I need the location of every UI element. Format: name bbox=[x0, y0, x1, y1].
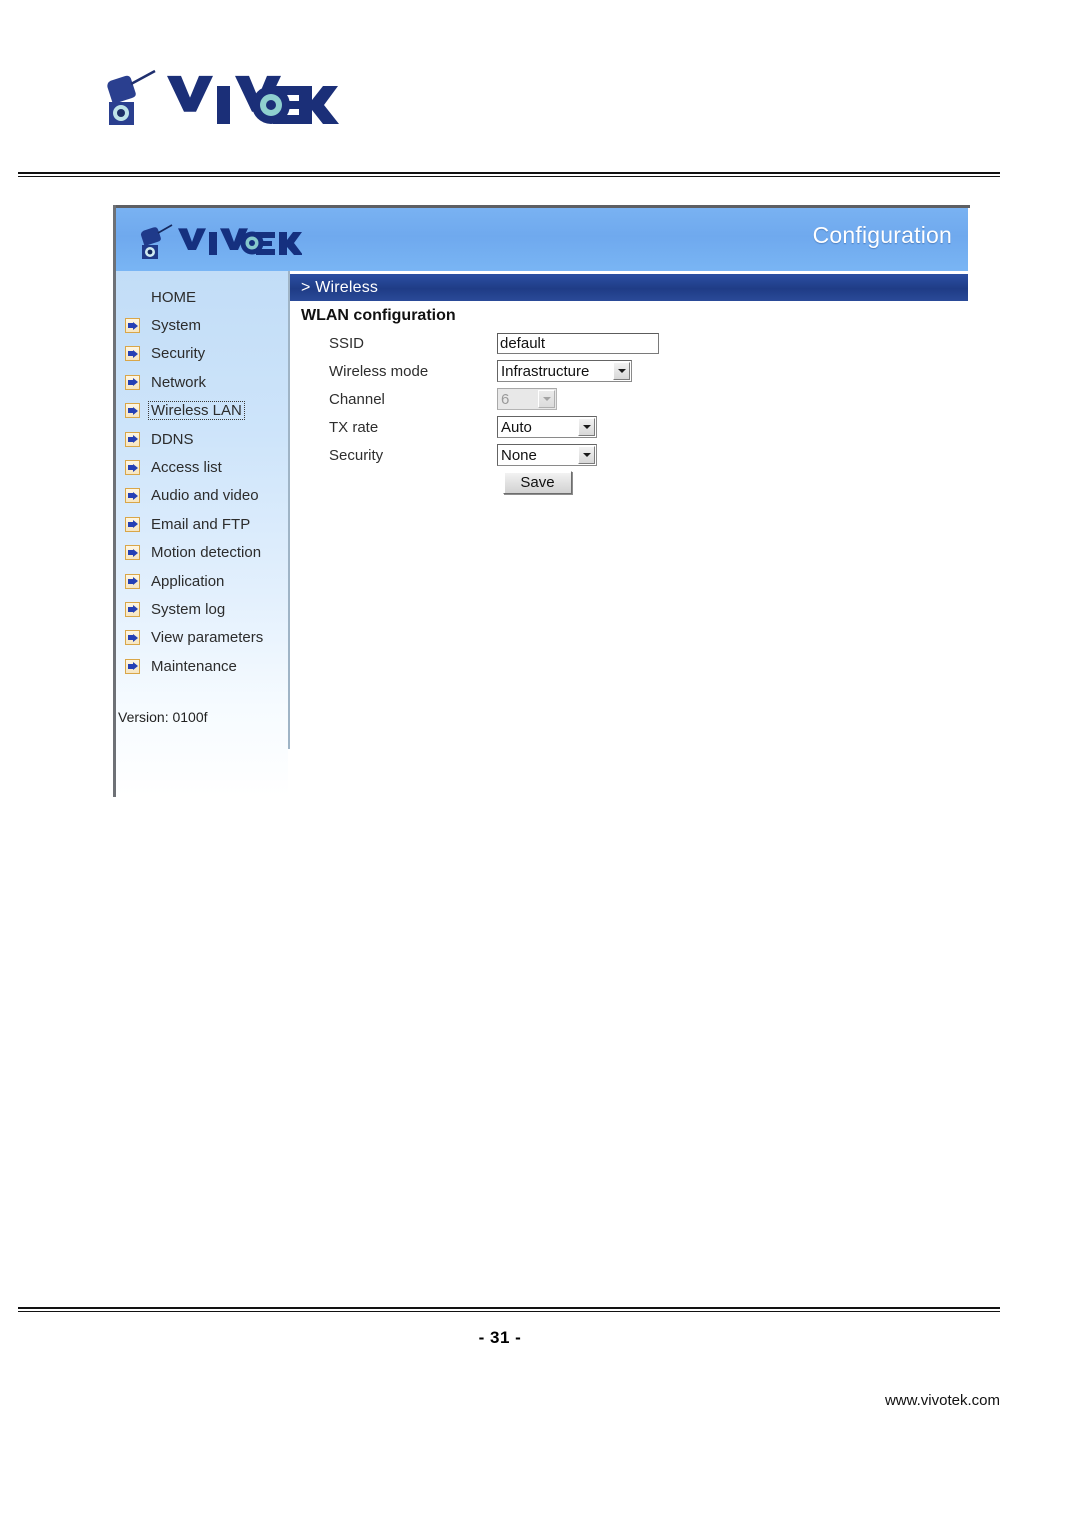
sidebar-item-system[interactable]: System bbox=[116, 311, 288, 339]
sidebar-item-label: View parameters bbox=[151, 629, 264, 647]
form-row-save: Save bbox=[290, 469, 968, 497]
arrow-icon bbox=[125, 573, 140, 589]
security-value: None bbox=[501, 446, 537, 464]
home-bullet-icon bbox=[125, 290, 140, 305]
sidebar-item-label: Application bbox=[151, 572, 225, 590]
chevron-down-icon[interactable] bbox=[613, 362, 630, 380]
sidebar-item-label: DDNS bbox=[151, 430, 194, 448]
security-select[interactable]: None bbox=[497, 444, 597, 466]
sidebar-item-network[interactable]: Network bbox=[116, 368, 288, 396]
sidebar-item-label: System log bbox=[151, 600, 226, 618]
channel-label: Channel bbox=[329, 390, 385, 408]
vivotek-wordmark bbox=[178, 228, 303, 255]
arrow-icon bbox=[125, 488, 140, 504]
firmware-version-label: Version: 0100f bbox=[118, 709, 208, 725]
ui-header: Configuration bbox=[116, 208, 968, 271]
arrow-icon bbox=[125, 460, 140, 476]
page-number: - 31 - bbox=[478, 1328, 522, 1347]
arrow-icon bbox=[125, 545, 140, 561]
arrow-icon bbox=[125, 658, 140, 674]
channel-value: 6 bbox=[501, 390, 510, 408]
sidebar-item-label: Security bbox=[151, 345, 206, 363]
sidebar-item-label: Wireless LAN bbox=[148, 401, 245, 421]
wireless-mode-control: Infrastructure bbox=[497, 360, 632, 382]
arrow-icon bbox=[125, 318, 140, 334]
camera-icon bbox=[140, 224, 173, 259]
tx-rate-value: Auto bbox=[501, 418, 532, 436]
camera-web-ui-panel: Configuration HOME System Security Netwo… bbox=[113, 205, 970, 797]
ssid-input[interactable] bbox=[497, 332, 659, 354]
tx-rate-label: TX rate bbox=[329, 418, 379, 436]
chevron-down-icon[interactable] bbox=[578, 418, 595, 436]
sidebar-item-label: System bbox=[151, 317, 202, 335]
form-row-ssid: SSID bbox=[290, 329, 968, 357]
lens-o-icon bbox=[240, 231, 264, 255]
save-button[interactable]: Save bbox=[503, 471, 572, 494]
sidebar-item-view-parameters[interactable]: View parameters bbox=[116, 624, 288, 652]
ui-header-title: Configuration bbox=[812, 222, 952, 248]
ssid-control bbox=[497, 332, 659, 354]
form-row-tx-rate: TX rate Auto bbox=[290, 413, 968, 441]
ui-vivotek-logo bbox=[134, 221, 303, 261]
document-vivotek-logo bbox=[95, 62, 340, 134]
channel-select: 6 bbox=[497, 388, 557, 410]
channel-control: 6 bbox=[497, 388, 557, 410]
sidebar-item-motion-detection[interactable]: Motion detection bbox=[116, 539, 288, 567]
sidebar-item-maintenance[interactable]: Maintenance bbox=[116, 652, 288, 680]
form-row-security: Security None bbox=[290, 441, 968, 469]
sidebar-item-audio-and-video[interactable]: Audio and video bbox=[116, 482, 288, 510]
wlan-configuration-heading: WLAN configuration bbox=[301, 307, 456, 324]
sidebar-item-label: Motion detection bbox=[151, 544, 262, 562]
ssid-label: SSID bbox=[329, 334, 365, 352]
wlan-configuration-form: SSID Wireless mode Infrastructure Channe… bbox=[290, 329, 968, 497]
sidebar-item-security[interactable]: Security bbox=[116, 340, 288, 368]
tx-rate-select[interactable]: Auto bbox=[497, 416, 597, 438]
sidebar-item-label: Email and FTP bbox=[151, 515, 251, 533]
sidebar-item-label: Access list bbox=[151, 459, 222, 477]
sidebar-item-label: Maintenance bbox=[151, 657, 237, 675]
form-row-wireless-mode: Wireless mode Infrastructure bbox=[290, 357, 968, 385]
security-label: Security bbox=[329, 446, 384, 464]
arrow-icon bbox=[125, 630, 140, 646]
wireless-mode-value: Infrastructure bbox=[501, 362, 590, 380]
sidebar-nav-list: HOME System Security Network Wireless LA… bbox=[116, 283, 288, 680]
security-control: None bbox=[497, 444, 597, 466]
ui-content-area: > Wireless WLAN configuration SSID Wirel… bbox=[290, 271, 968, 797]
footer-divider-rule bbox=[18, 1307, 1000, 1312]
sidebar-item-label: HOME bbox=[151, 288, 196, 306]
company-website-url: www.vivotek.com bbox=[884, 1392, 1000, 1409]
chevron-down-icon bbox=[538, 390, 555, 408]
sidebar-item-label: Network bbox=[151, 373, 207, 391]
sidebar-item-label: Audio and video bbox=[151, 487, 259, 505]
sidebar-item-email-and-ftp[interactable]: Email and FTP bbox=[116, 510, 288, 538]
sidebar-item-home[interactable]: HOME bbox=[116, 283, 288, 311]
arrow-icon bbox=[125, 403, 140, 419]
ui-sidebar: HOME System Security Network Wireless LA… bbox=[116, 271, 288, 797]
sidebar-item-access-list[interactable]: Access list bbox=[116, 453, 288, 481]
sidebar-item-ddns[interactable]: DDNS bbox=[116, 425, 288, 453]
sidebar-item-application[interactable]: Application bbox=[116, 567, 288, 595]
arrow-icon bbox=[125, 516, 140, 532]
sidebar-item-wireless-lan[interactable]: Wireless LAN bbox=[116, 397, 288, 425]
form-row-channel: Channel 6 bbox=[290, 385, 968, 413]
chevron-down-icon[interactable] bbox=[578, 446, 595, 464]
tx-rate-control: Auto bbox=[497, 416, 597, 438]
sidebar-item-system-log[interactable]: System log bbox=[116, 595, 288, 623]
section-title-label: > Wireless bbox=[301, 278, 379, 296]
wireless-mode-select[interactable]: Infrastructure bbox=[497, 360, 632, 382]
arrow-icon bbox=[125, 431, 140, 447]
arrow-icon bbox=[125, 601, 140, 617]
arrow-icon bbox=[125, 346, 140, 362]
arrow-icon bbox=[125, 374, 140, 390]
header-divider-rule bbox=[18, 172, 1000, 177]
camera-icon bbox=[107, 69, 156, 125]
wireless-mode-label: Wireless mode bbox=[329, 362, 429, 380]
lens-o-icon bbox=[252, 86, 290, 124]
section-title-bar: > Wireless bbox=[290, 274, 968, 301]
